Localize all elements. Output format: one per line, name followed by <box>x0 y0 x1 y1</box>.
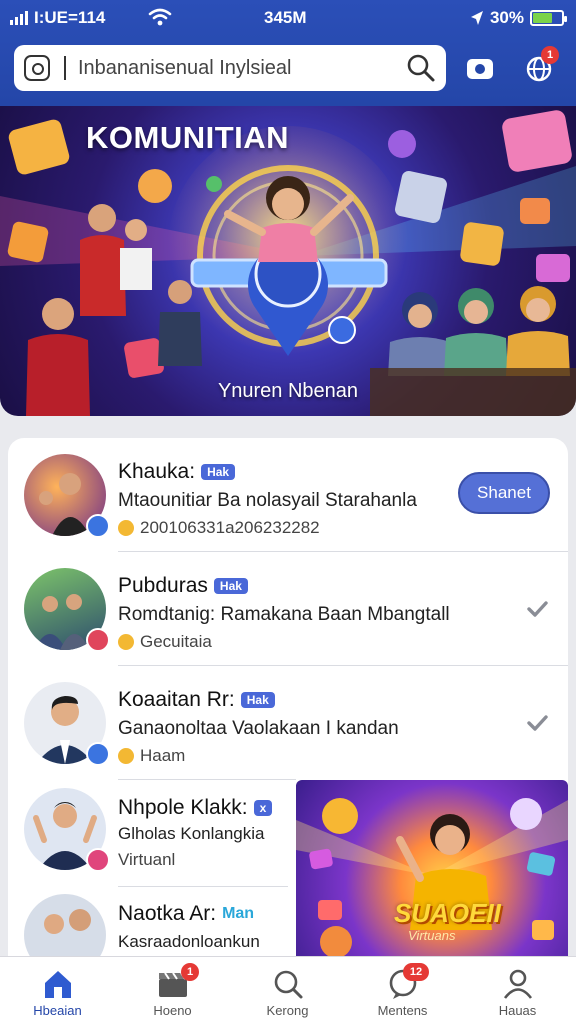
promo-title: SUAOEII <box>394 898 501 928</box>
nav-badge: 1 <box>181 963 199 981</box>
profile-icon <box>503 969 533 999</box>
nav-label: Hoeno <box>153 1003 192 1018</box>
item-tag: Hak <box>240 692 275 708</box>
nav-label: Hauas <box>498 1003 537 1018</box>
nav-item-home[interactable]: Hbeaian <box>0 957 115 1024</box>
item-name: Naotka Ar: <box>118 902 217 925</box>
item-name: Pubduras <box>118 574 208 597</box>
list-item[interactable]: Pubduras Hak Romdtanig: Ramakana Baan Mb… <box>8 552 568 666</box>
status-bar: I:UE=114 345M 30% <box>0 0 576 38</box>
item-description: Glholas Konlangkia <box>118 824 265 843</box>
item-meta: 200106331a206232282 <box>118 518 320 538</box>
signal-icon <box>10 11 28 25</box>
item-meta-text: Virtuanl <box>118 850 176 869</box>
list-item[interactable]: Khauka: Hak Mtaounitiar Ba nolasyail Sta… <box>8 438 568 552</box>
item-tag: Man <box>222 905 255 922</box>
play-badge-icon <box>86 514 110 538</box>
promo-subtitle: Virtuans <box>408 928 456 943</box>
nav-item-videos[interactable]: 1 Hoeno <box>115 957 230 1024</box>
search-input[interactable] <box>78 56 406 80</box>
emoji-icon <box>118 520 134 536</box>
item-tag: Hak <box>213 578 248 594</box>
app-logo-icon <box>24 55 50 81</box>
battery-icon <box>530 10 567 26</box>
battery-level <box>533 13 552 23</box>
item-name: Nhpole Klakk: <box>118 796 248 819</box>
nav-label: Hbeaian <box>33 1003 82 1018</box>
item-title: Koaaitan Rr: Hak <box>118 688 275 712</box>
item-description: Romdtanig: Ramakana Baan Mbangtall <box>118 604 450 625</box>
nav-badge: 12 <box>403 963 429 981</box>
item-name: Koaaitan Rr: <box>118 688 235 711</box>
nav-label: Kerong <box>266 1003 309 1018</box>
item-title: Naotka Ar: Man <box>118 902 254 926</box>
heart-check-icon[interactable] <box>526 712 548 734</box>
item-meta-text: Gecuitaia <box>140 632 212 651</box>
hero-title: KOMUNITIAN <box>86 120 290 155</box>
carrier-info: I:UE=114 <box>10 8 105 28</box>
promo-tile[interactable]: SUAOEII Virtuans <box>296 780 568 968</box>
search-divider <box>64 56 66 80</box>
share-button[interactable]: Shanet <box>458 472 550 514</box>
app-header: I:UE=114 345M 30% 1 <box>0 0 576 106</box>
hero-caption: Ynuren Nbenan <box>217 380 359 402</box>
item-description: Kasraadonloankun <box>118 932 260 951</box>
divider <box>118 886 288 887</box>
item-name: Khauka: <box>118 460 196 483</box>
item-title: Pubduras Hak <box>118 574 248 598</box>
emoji-icon <box>118 634 134 650</box>
notification-badge: 1 <box>541 46 559 64</box>
search-icon[interactable] <box>406 53 436 83</box>
heart-check-icon[interactable] <box>526 598 548 620</box>
item-title: Khauka: Hak <box>118 460 236 484</box>
play-badge-icon <box>86 742 110 766</box>
list-item[interactable]: Koaaitan Rr: Hak Ganaonoltaa Vaolakaan I… <box>8 666 568 780</box>
nav-item-profile[interactable]: Hauas <box>460 957 575 1024</box>
item-description: Ganaonoltaa Vaolakaan I kandan <box>118 718 399 739</box>
list-item[interactable]: Nhpole Klakk: x Glholas Konlangkia Virtu… <box>8 780 288 894</box>
camera-icon[interactable] <box>462 50 498 86</box>
item-title: Nhpole Klakk: x <box>118 796 273 820</box>
emoji-icon <box>118 748 134 764</box>
item-description: Mtaounitiar Ba nolasyail Starahanla <box>118 490 417 511</box>
notifications-button[interactable]: 1 <box>522 46 559 86</box>
nav-item-search[interactable]: Kerong <box>230 957 345 1024</box>
home-icon <box>45 971 71 998</box>
carrier-text: I:UE=114 <box>34 8 106 27</box>
item-meta-text: 200106331a206232282 <box>140 518 320 537</box>
item-tag: Hak <box>201 464 236 480</box>
nav-label: Mentens <box>377 1003 428 1018</box>
item-meta-text: Haam <box>140 746 186 765</box>
item-tag: x <box>253 800 273 816</box>
bottom-navigation: Hbeaian 1 Hoeno Kerong 12 Mentens Hauas <box>0 956 576 1024</box>
wifi-icon <box>148 8 172 26</box>
music-badge-icon <box>86 848 110 872</box>
item-meta: Gecuitaia <box>118 632 212 652</box>
battery-info: 30% <box>470 8 567 28</box>
item-meta: Virtuanl <box>118 850 175 870</box>
search-bar[interactable] <box>14 45 446 91</box>
battery-percent: 30% <box>489 8 524 27</box>
hero-banner[interactable]: KOMUNITIAN Ynuren Nbenan <box>0 106 576 416</box>
location-arrow-icon <box>470 11 483 25</box>
community-list: Khauka: Hak Mtaounitiar Ba nolasyail Sta… <box>8 438 568 968</box>
item-meta: Haam <box>118 746 185 766</box>
music-badge-icon <box>86 628 110 652</box>
search-icon <box>274 970 303 999</box>
nav-item-messages[interactable]: 12 Mentens <box>345 957 460 1024</box>
clock: 345M <box>264 8 307 27</box>
